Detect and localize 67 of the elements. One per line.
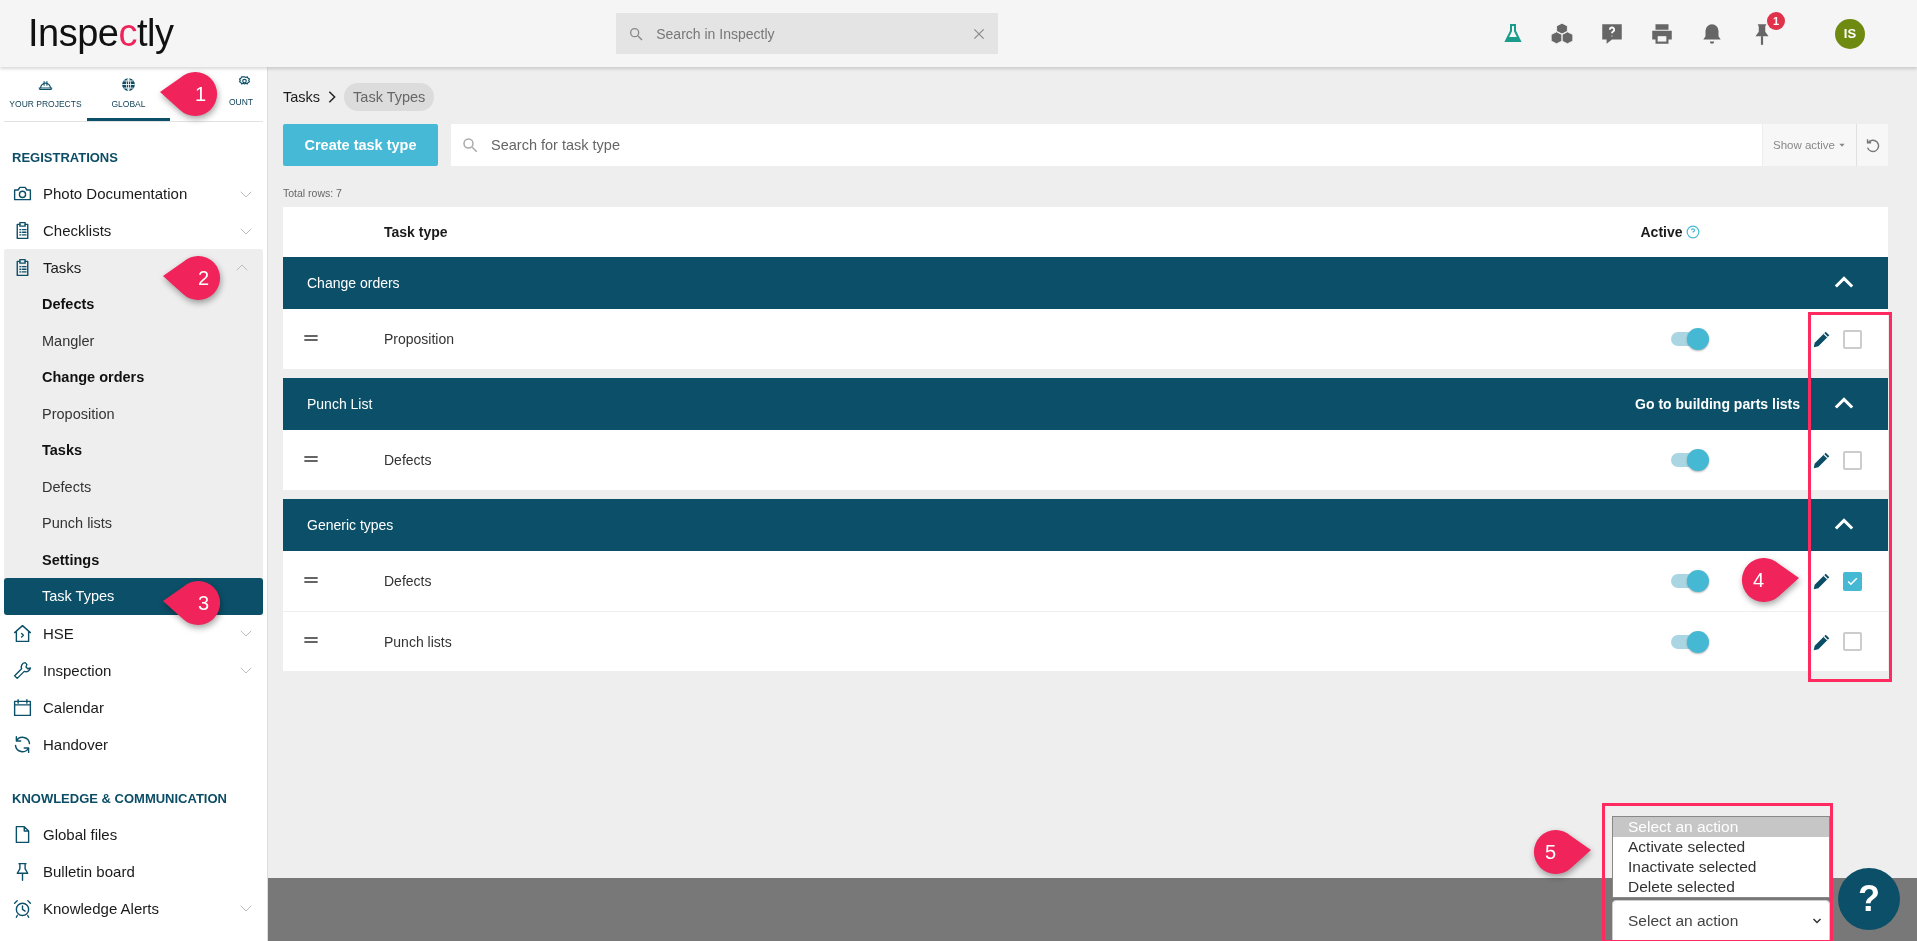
submenu-item[interactable]: Proposition: [4, 395, 263, 432]
table-cell-text: Punch lists: [384, 633, 453, 650]
sidebar-item[interactable]: Global files: [43, 825, 118, 843]
wrench-icon: [12, 659, 33, 681]
calendar-icon: [12, 696, 33, 718]
breadcrumb-item[interactable]: Tasks: [283, 83, 321, 111]
column-header: Active: [1640, 224, 1683, 240]
active-toggle[interactable]: [1671, 630, 1709, 653]
dropdown-option[interactable]: Activate selected: [1613, 837, 1829, 857]
building-parts-link[interactable]: Go to building parts lists: [1635, 396, 1800, 412]
checkbox[interactable]: [1843, 329, 1862, 349]
section-title: KNOWLEDGE & COMMUNICATION: [11, 789, 228, 808]
dropdown-option[interactable]: Delete selected: [1613, 877, 1829, 897]
group-title: Punch List: [307, 396, 374, 412]
breadcrumb-item: Task Types: [344, 83, 435, 111]
sidebar-tab[interactable]: YOUR PROJECTS: [4, 67, 87, 121]
globe-icon: [120, 76, 137, 93]
search-field[interactable]: Search in Inspectly: [616, 13, 999, 54]
sidebar-item[interactable]: Tasks: [43, 259, 82, 276]
logo: Inspectly: [28, 12, 174, 55]
sidebar-item[interactable]: HSE: [43, 624, 74, 642]
alarm-clock-icon: [12, 897, 33, 919]
action-select[interactable]: Select an action: [1612, 900, 1830, 941]
notification-badge: 1: [1767, 11, 1785, 30]
search-icon: [461, 136, 479, 154]
close-icon[interactable]: [972, 26, 987, 41]
submenu-item[interactable]: Defects: [4, 468, 263, 505]
active-toggle[interactable]: [1671, 449, 1709, 471]
checkbox[interactable]: [1843, 450, 1862, 470]
table-cell-text: Defects: [384, 452, 433, 468]
search-input[interactable]: Search in Inspectly: [654, 24, 963, 43]
checkbox[interactable]: [1843, 571, 1862, 591]
column-header: Task type: [384, 224, 449, 240]
submenu-heading: Defects: [41, 295, 96, 315]
sidebar-item[interactable]: Photo Documentation: [43, 185, 188, 202]
sync-icon: [12, 733, 33, 755]
submenu-item[interactable]: Punch lists: [4, 505, 263, 542]
undo-icon: [1864, 136, 1881, 154]
group-title: Generic types: [307, 517, 395, 533]
user-avatar[interactable]: IS: [1835, 18, 1865, 49]
search-input[interactable]: Search for task type: [489, 136, 1762, 154]
sidebar-item[interactable]: Bulletin board: [43, 862, 135, 880]
table-cell-text: Defects: [384, 573, 433, 589]
checkbox[interactable]: [1843, 632, 1862, 651]
table-cell-text: Proposition: [384, 331, 456, 347]
search-icon: [628, 25, 645, 42]
sidebar-item[interactable]: Inspection: [43, 661, 112, 679]
reset-button[interactable]: [1856, 124, 1888, 166]
group-title: Change orders: [307, 275, 401, 291]
sidebar-item[interactable]: Handover: [43, 735, 109, 753]
help-icon[interactable]: [1685, 225, 1700, 239]
cubes-icon[interactable]: [1549, 20, 1575, 47]
row-count: Total rows: 7: [283, 187, 343, 199]
active-toggle[interactable]: [1671, 570, 1709, 592]
sidebar-item[interactable]: Checklists: [43, 222, 112, 239]
section-title: REGISTRATIONS: [11, 149, 119, 167]
sidebar-item[interactable]: Calendar: [43, 698, 104, 716]
active-toggle[interactable]: [1671, 328, 1709, 350]
sidebar-tab[interactable]: OUNT: [228, 73, 253, 112]
submenu-heading: Change orders: [41, 368, 146, 388]
sidebar-item[interactable]: Knowledge Alerts: [43, 899, 159, 917]
dropdown-option[interactable]: Inactivate selected: [1613, 857, 1829, 877]
house-icon: [12, 622, 33, 644]
submenu-heading: Tasks: [41, 441, 84, 461]
caret-icon: [1838, 141, 1846, 149]
submenu-item[interactable]: Mangler: [4, 322, 263, 359]
submenu-heading: Settings: [41, 550, 101, 570]
